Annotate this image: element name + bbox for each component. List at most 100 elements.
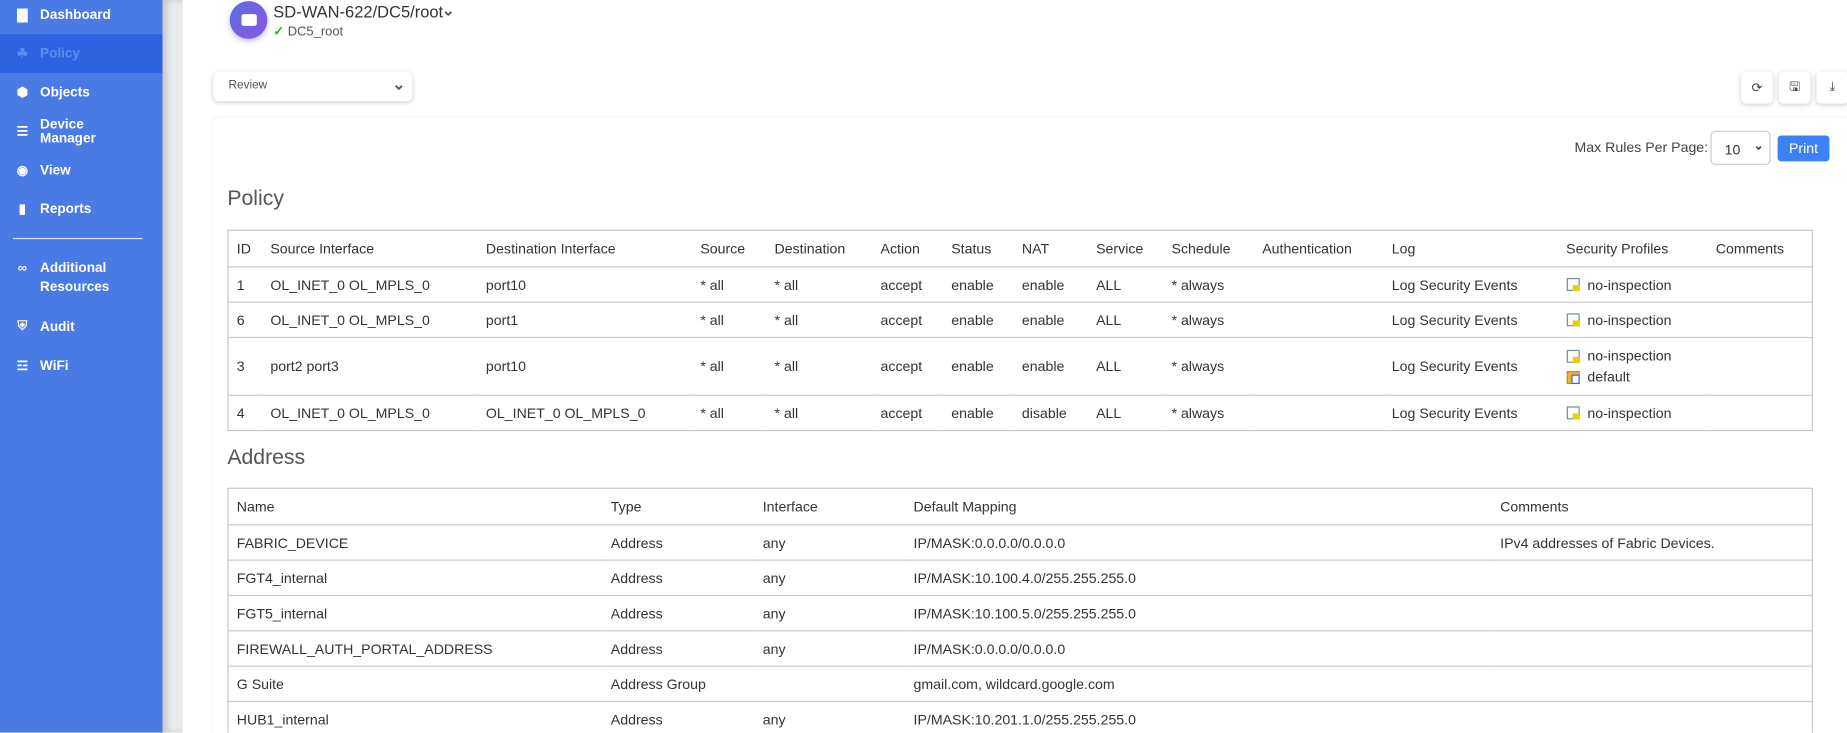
address-heading: Address: [227, 445, 306, 469]
table-cell: [1253, 302, 1384, 339]
table-cell: accept: [872, 302, 943, 339]
sidebar-item-label: Dashboard: [40, 7, 111, 22]
save-button[interactable]: 🖫: [1778, 71, 1811, 104]
table-cell: [1707, 266, 1813, 303]
address-table: Name Type Interface Default Mapping Comments…: [227, 487, 1813, 733]
chevron-down-icon: ⌄: [1753, 140, 1764, 154]
security-profiles-cell: no-inspection: [1557, 302, 1708, 339]
policy-icon: ☘: [16, 47, 29, 62]
sidebar-divider: [162, 0, 183, 733]
ssl-inspection-icon: [1566, 406, 1580, 420]
sidebar-item-device-manager[interactable]: ☰ Device Manager: [0, 112, 163, 151]
table-cell: ALL: [1087, 337, 1164, 396]
shield-icon: ⛨: [17, 319, 28, 334]
table-cell: any: [754, 630, 906, 667]
refresh-button[interactable]: ⟳: [1741, 71, 1773, 104]
table-cell: [1253, 337, 1384, 396]
table-cell: FIREWALL_AUTH_PORTAL_ADDRESS: [227, 630, 603, 667]
table-cell: 6: [227, 302, 263, 339]
table-cell: any: [754, 560, 906, 597]
column-header: Destination Interface: [477, 230, 693, 268]
sidebar-item-wifi[interactable]: ☲ WiFi: [0, 346, 163, 385]
sidebar-item-policy[interactable]: ☘ Policy: [0, 34, 163, 74]
column-header: Comments: [1491, 488, 1813, 526]
table-cell: Address: [602, 630, 755, 667]
table-cell: [754, 666, 906, 703]
table-row: FABRIC_DEVICE Address any IP/MASK:0.0.0.0/0…: [227, 524, 1813, 561]
eye-icon: ◉: [16, 163, 29, 178]
table-cell: [1491, 630, 1813, 667]
table-cell: IP/MASK:0.0.0.0/0.0.0.0: [905, 630, 1492, 667]
cube-icon: ⬢: [16, 85, 29, 101]
table-cell: * all: [766, 266, 873, 303]
table-cell: Log Security Events: [1383, 395, 1558, 432]
table-cell: * all: [692, 395, 767, 432]
chevron-down-icon[interactable]: ⌄: [442, 1, 455, 20]
sidebar-item-reports[interactable]: ▮ Reports: [0, 190, 163, 229]
table-cell: G Suite: [227, 666, 603, 703]
table-cell: * always: [1163, 337, 1254, 396]
column-header: Comments: [1707, 230, 1813, 268]
security-profile-name: default: [1587, 368, 1630, 386]
table-cell: * all: [692, 302, 767, 339]
table-cell: IP/MASK:0.0.0.0/0.0.0.0: [905, 524, 1492, 561]
sidebar-item-label: Additional Resources: [40, 261, 110, 295]
print-button[interactable]: Print: [1777, 135, 1830, 162]
table-cell: any: [754, 524, 906, 561]
table-cell: ALL: [1087, 266, 1164, 303]
table-cell: * always: [1163, 395, 1254, 432]
security-profile: no-inspection: [1566, 345, 1707, 366]
chevron-down-icon: ⌄: [392, 75, 406, 94]
column-header: Action: [872, 230, 943, 268]
table-cell: enable: [942, 337, 1014, 396]
sidebar-item-label: Reports: [40, 202, 92, 217]
vdom-name: DC5_root: [287, 24, 344, 39]
table-cell: IPv4 addresses of Fabric Devices.: [1491, 524, 1813, 561]
table-cell: Address: [602, 524, 755, 561]
table-cell: ALL: [1087, 395, 1164, 432]
profile-group-icon: [1566, 370, 1580, 384]
table-cell: port10: [477, 337, 693, 396]
table-row: G Suite Address Group gmail.com, wildcard.…: [227, 666, 1813, 703]
bar-chart-icon: ▇: [17, 8, 28, 23]
ssl-inspection-icon: [1566, 278, 1580, 291]
sidebar-item-audit[interactable]: ⛨ Audit: [0, 307, 163, 346]
sidebar-item-label: Audit: [40, 319, 75, 334]
column-header: Source Interface: [262, 230, 478, 268]
sidebar-item-view[interactable]: ◉ View: [0, 151, 163, 190]
security-profile: no-inspection: [1566, 309, 1707, 330]
sidebar-item-objects[interactable]: ⬢ Objects: [0, 73, 163, 112]
ssl-inspection-icon: [1566, 313, 1580, 327]
device-title: SD-WAN-622/DC5/root: [273, 2, 444, 22]
refresh-icon: ⟳: [1751, 81, 1763, 96]
policy-heading: Policy: [227, 186, 284, 210]
column-header: Service: [1087, 230, 1164, 268]
table-cell: OL_INET_0 OL_MPLS_0: [262, 395, 478, 432]
download-button[interactable]: ⤓: [1816, 71, 1847, 104]
max-rules-select[interactable]: 10 ⌄: [1710, 130, 1771, 165]
security-profile-name: no-inspection: [1587, 404, 1672, 422]
table-row: 4 OL_INET_0 OL_MPLS_0 OL_INET_0 OL_MPLS_0 *…: [227, 395, 1813, 432]
table-row: 3 port2 port3 port10 * all * all accept enable…: [227, 337, 1813, 396]
security-profiles-cell: no-inspection: [1557, 395, 1708, 432]
security-profile: no-inspection: [1566, 274, 1707, 295]
table-row: FIREWALL_AUTH_PORTAL_ADDRESS Address any IP…: [227, 630, 1813, 667]
sidebar-item-label: View: [40, 163, 71, 178]
view-select-value: Review: [228, 78, 268, 92]
sidebar-item-dashboard[interactable]: ▇ Dashboard: [0, 0, 163, 34]
table-cell: HUB1_internal: [227, 701, 603, 733]
table-cell: [1491, 595, 1813, 632]
table-cell: * all: [766, 395, 873, 432]
table-cell: disable: [1013, 395, 1088, 432]
view-select[interactable]: Review ⌄: [213, 71, 413, 102]
table-cell: any: [754, 595, 906, 632]
table-cell: enable: [1013, 302, 1088, 339]
table-cell: [1253, 395, 1384, 432]
sidebar-item-additional-resources[interactable]: ∞ Additional Resources: [0, 250, 163, 295]
table-cell: * always: [1163, 266, 1254, 303]
table-cell: Log Security Events: [1383, 302, 1558, 339]
max-rules-label: Max Rules Per Page:: [1574, 139, 1709, 156]
table-cell: enable: [942, 266, 1014, 303]
table-row: 1 OL_INET_0 OL_MPLS_0 port10 * all * all acce…: [227, 266, 1813, 303]
table-row: 6 OL_INET_0 OL_MPLS_0 port1 * all * all accep…: [227, 302, 1813, 339]
